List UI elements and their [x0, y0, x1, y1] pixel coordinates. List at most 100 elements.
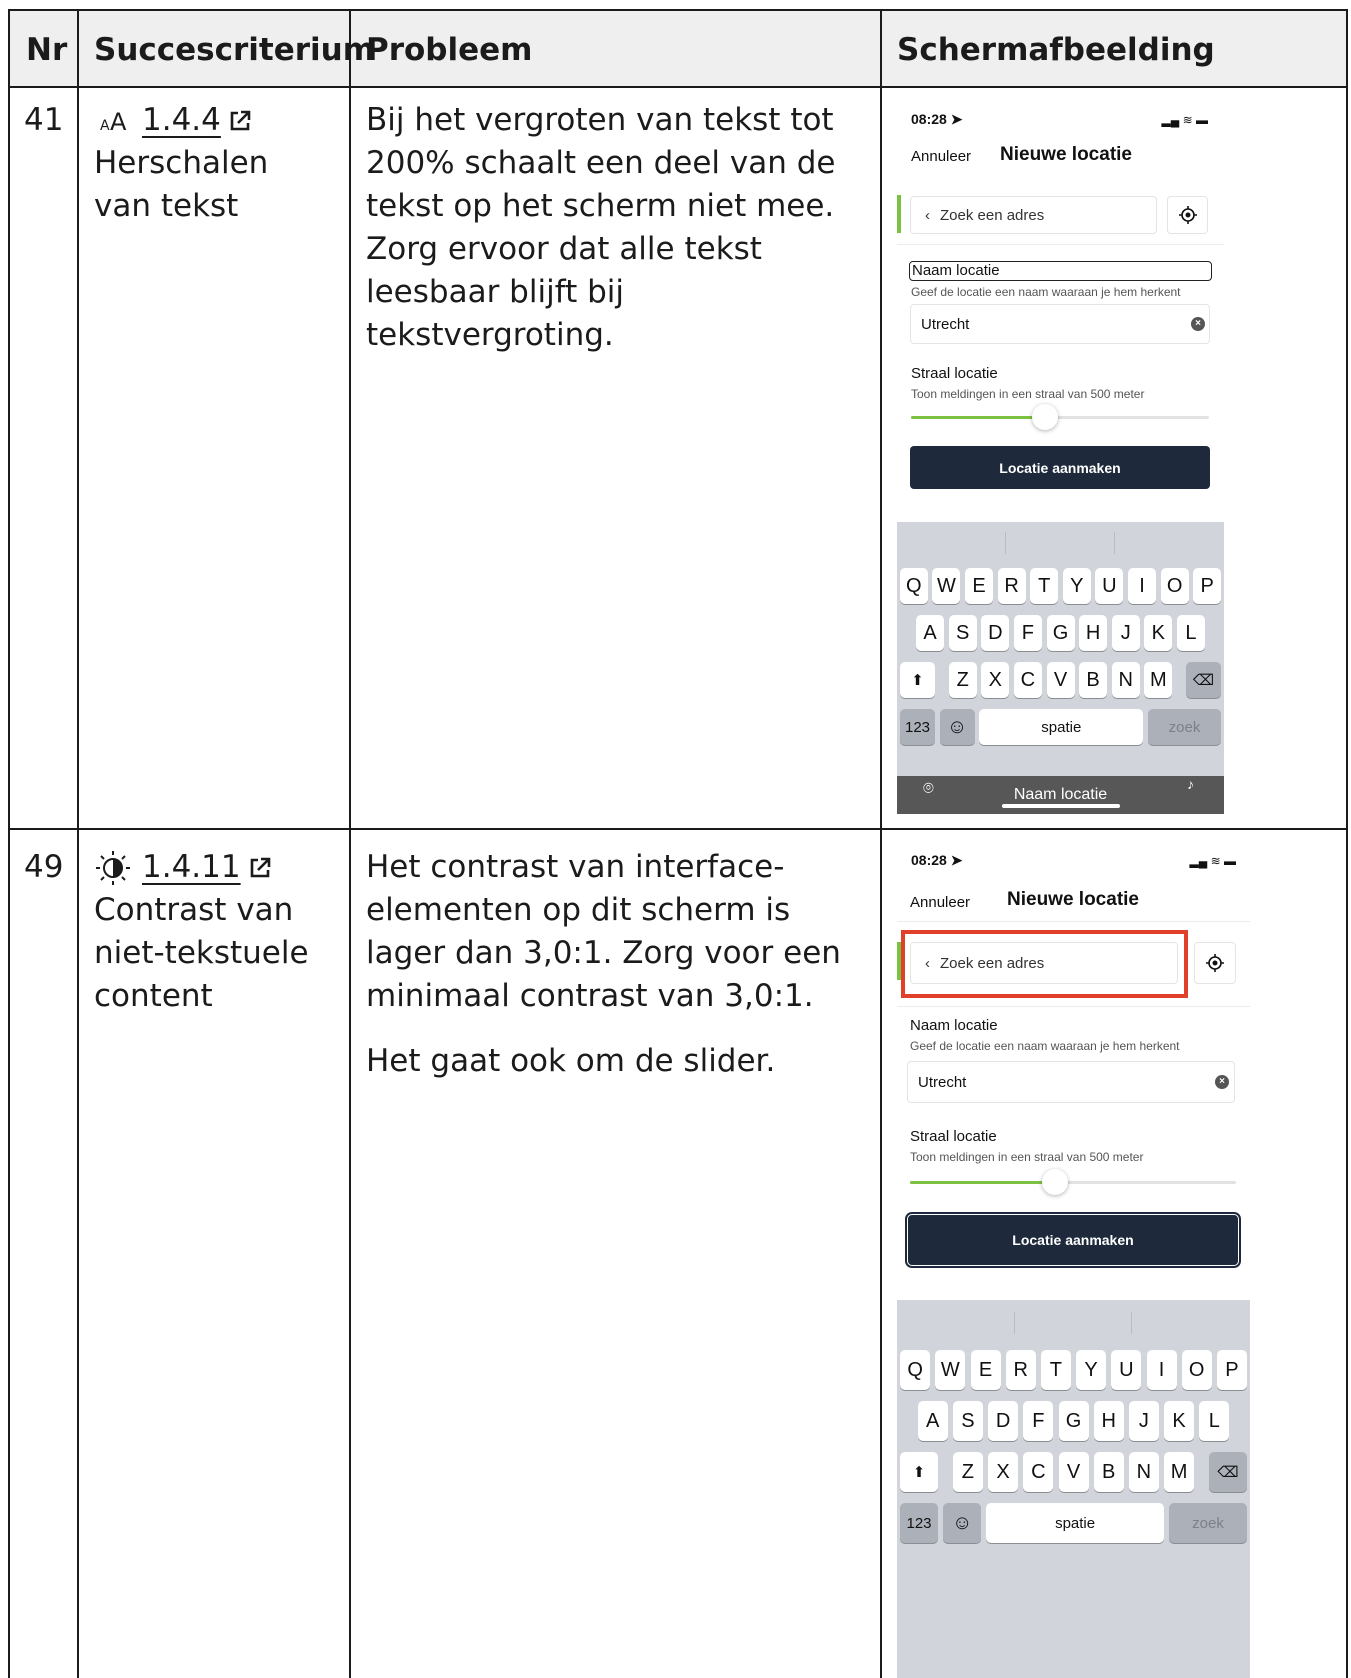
key-m[interactable]: M [1164, 1452, 1195, 1492]
key-r[interactable]: R [1005, 1350, 1036, 1390]
key-u[interactable]: U [1095, 568, 1124, 604]
shift-key[interactable]: ⬆ [900, 662, 935, 698]
audit-table: Nr Succescriterium Probleem Schermafbeel… [8, 9, 1348, 1678]
clear-icon[interactable]: × [1191, 317, 1205, 331]
create-location-button[interactable]: Locatie aanmaken [907, 1214, 1239, 1266]
key-j[interactable]: J [1128, 1401, 1159, 1441]
key-t[interactable]: T [1040, 1350, 1071, 1390]
key-t[interactable]: T [1030, 568, 1059, 604]
key-k[interactable]: K [1144, 615, 1173, 651]
key-g[interactable]: G [1058, 1401, 1089, 1441]
key-y[interactable]: Y [1076, 1350, 1107, 1390]
time-text: 08:28 [911, 852, 947, 868]
key-q[interactable]: Q [899, 568, 928, 604]
key-o[interactable]: O [1181, 1350, 1212, 1390]
key-z[interactable]: Z [948, 662, 977, 698]
radius-slider[interactable] [910, 1181, 1236, 1184]
key-c[interactable]: C [1023, 1452, 1054, 1492]
criterion-link[interactable]: 1.4.4 [142, 99, 253, 142]
key-p[interactable]: P [1216, 1350, 1247, 1390]
key-k[interactable]: K [1164, 1401, 1195, 1441]
slider-thumb[interactable] [1032, 404, 1058, 430]
search-address-field[interactable]: ‹ Zoek een adres [910, 196, 1157, 234]
name-hint: Geef de locatie een naam waaraan je hem … [910, 1039, 1180, 1053]
clear-icon[interactable]: × [1215, 1075, 1229, 1089]
header-problem: Probleem [366, 31, 533, 68]
status-icons: ▂▄ ≋ ▬ [1189, 854, 1236, 868]
key-y[interactable]: Y [1062, 568, 1091, 604]
backspace-icon[interactable]: ⌫ [1209, 1452, 1247, 1492]
key-o[interactable]: O [1160, 568, 1189, 604]
key-s[interactable]: S [948, 615, 977, 651]
key-j[interactable]: J [1111, 615, 1140, 651]
key-e[interactable]: E [970, 1350, 1001, 1390]
status-time: 08:28 ➤ [911, 111, 963, 127]
key-c[interactable]: C [1013, 662, 1042, 698]
key-a[interactable]: A [916, 615, 945, 651]
create-location-button[interactable]: Locatie aanmaken [910, 446, 1210, 489]
backspace-icon[interactable]: ⌫ [1186, 662, 1221, 698]
criterion-link[interactable]: 1.4.11 [142, 846, 273, 889]
key-w[interactable]: W [935, 1350, 966, 1390]
keyboard: Q W E R T Y U I O P A S D F G H J K L ⬆ Z X C V B N M ⌫ 123 ☺ spatie zo… [897, 522, 1224, 814]
radius-slider[interactable] [911, 416, 1209, 419]
name-value: Utrecht [918, 1073, 967, 1091]
key-l[interactable]: L [1199, 1401, 1230, 1441]
key-b[interactable]: B [1079, 662, 1108, 698]
key-b[interactable]: B [1093, 1452, 1124, 1492]
key-r[interactable]: R [997, 568, 1026, 604]
cancel-button[interactable]: Annuleer [910, 894, 970, 911]
space-key[interactable]: spatie [979, 709, 1144, 745]
key-d[interactable]: D [981, 615, 1010, 651]
key-g[interactable]: G [1046, 615, 1075, 651]
key-u[interactable]: U [1111, 1350, 1142, 1390]
svg-text:A: A [100, 118, 110, 134]
key-p[interactable]: P [1193, 568, 1222, 604]
key-i[interactable]: I [1146, 1350, 1177, 1390]
name-input[interactable]: Utrecht [907, 1061, 1235, 1103]
key-h[interactable]: H [1093, 1401, 1124, 1441]
contrast-highlight-box [901, 930, 1188, 998]
phone-screenshot: 08:28 ➤ ▂▄ ≋ ▬ Annuleer Nieuwe locatie ‹… [897, 103, 1224, 814]
space-key[interactable]: spatie [986, 1503, 1164, 1543]
key-x[interactable]: X [981, 662, 1010, 698]
emoji-icon[interactable]: ☺ [943, 1503, 982, 1543]
key-s[interactable]: S [952, 1401, 983, 1441]
key-m[interactable]: M [1144, 662, 1173, 698]
key-v[interactable]: V [1046, 662, 1075, 698]
key-f[interactable]: F [1013, 615, 1042, 651]
key-l[interactable]: L [1176, 615, 1205, 651]
globe-icon[interactable]: ⌾ [923, 778, 934, 799]
emoji-icon[interactable]: ☺ [939, 709, 975, 745]
current-location-button[interactable] [1194, 942, 1236, 984]
key-f[interactable]: F [1023, 1401, 1054, 1441]
key-z[interactable]: Z [952, 1452, 983, 1492]
key-e[interactable]: E [965, 568, 993, 604]
numbers-key[interactable]: 123 [900, 709, 935, 745]
radius-hint: Toon meldingen in een straal van 500 met… [910, 1150, 1144, 1164]
key-n[interactable]: N [1111, 662, 1140, 698]
problem-text: Bij het vergroten van tekst tot 200% sch… [366, 102, 836, 353]
key-i[interactable]: I [1128, 568, 1156, 604]
key-w[interactable]: W [932, 568, 961, 604]
search-key[interactable]: zoek [1169, 1503, 1247, 1543]
time-text: 08:28 [911, 111, 947, 127]
key-v[interactable]: V [1058, 1452, 1089, 1492]
key-x[interactable]: X [988, 1452, 1019, 1492]
microphone-icon[interactable]: ♪ [1187, 776, 1194, 792]
key-d[interactable]: D [988, 1401, 1019, 1441]
cancel-button[interactable]: Annuleer [911, 148, 971, 165]
key-h[interactable]: H [1079, 615, 1108, 651]
current-location-button[interactable] [1167, 196, 1208, 234]
key-q[interactable]: Q [900, 1350, 931, 1390]
slider-thumb[interactable] [1042, 1169, 1068, 1195]
search-key[interactable]: zoek [1148, 709, 1221, 745]
radius-label: Straal locatie [911, 365, 998, 382]
key-a[interactable]: A [917, 1401, 948, 1441]
search-placeholder: Zoek een adres [940, 206, 1045, 224]
key-n[interactable]: N [1128, 1452, 1159, 1492]
shift-key[interactable]: ⬆ [900, 1452, 938, 1492]
row-nr: 41 [24, 102, 64, 138]
numbers-key[interactable]: 123 [900, 1503, 938, 1543]
name-input[interactable]: Utrecht [910, 304, 1210, 344]
